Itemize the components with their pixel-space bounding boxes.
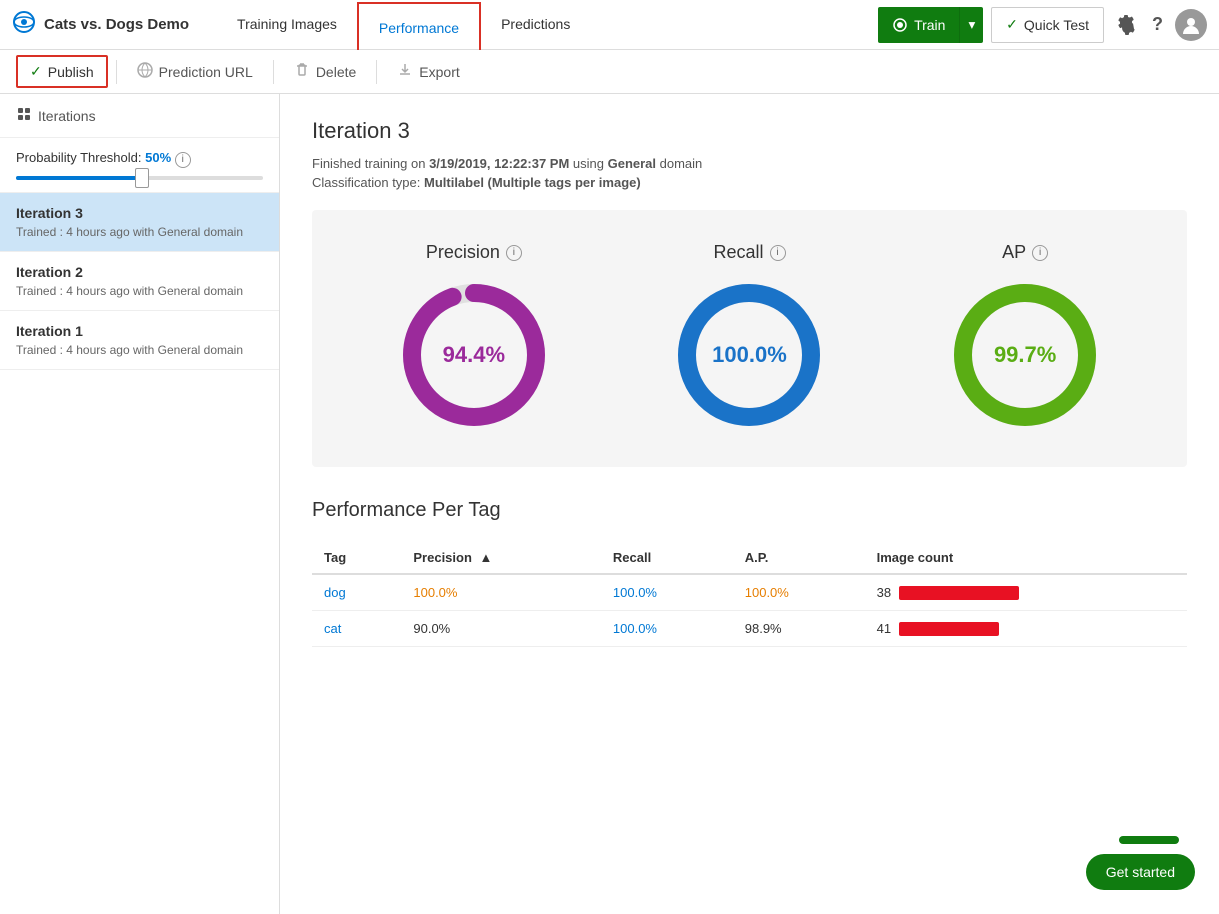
- ap-info-icon[interactable]: i: [1032, 245, 1048, 261]
- dog-bar: [899, 586, 1019, 600]
- tag-cat-link[interactable]: cat: [324, 621, 341, 636]
- dog-image-count: 38: [865, 574, 1187, 611]
- threshold-label: Probability Threshold: 50% i: [16, 150, 263, 168]
- tab-performance[interactable]: Performance: [357, 2, 481, 50]
- publish-check-icon: ✓: [30, 63, 42, 80]
- toolbar: ✓ Publish Prediction URL Delete Export: [0, 50, 1219, 94]
- train-button-group: Train ▾: [878, 7, 983, 43]
- get-started-indicator: [1119, 836, 1179, 844]
- precision-title: Precision i: [426, 242, 522, 263]
- col-ap[interactable]: A.P.: [733, 542, 865, 574]
- recall-metric: Recall i 100.0%: [669, 242, 829, 435]
- col-tag[interactable]: Tag: [312, 542, 401, 574]
- threshold-section: Probability Threshold: 50% i: [0, 138, 279, 193]
- app-title: Cats vs. Dogs Demo: [44, 16, 189, 33]
- precision-metric: Precision i 94.4%: [394, 242, 554, 435]
- settings-button[interactable]: [1112, 11, 1140, 39]
- export-icon: [397, 62, 413, 81]
- slider-fill: [16, 176, 140, 180]
- publish-button[interactable]: ✓ Publish: [16, 55, 108, 88]
- tab-predictions[interactable]: Predictions: [481, 0, 590, 50]
- delete-button[interactable]: Delete: [282, 56, 368, 87]
- recall-value: 100.0%: [712, 342, 787, 368]
- logo-icon: [12, 10, 36, 40]
- cat-bar: [899, 622, 999, 636]
- iteration-2-title: Iteration 2: [16, 264, 263, 280]
- get-started-button[interactable]: Get started: [1086, 854, 1195, 890]
- dog-ap: 100.0%: [733, 574, 865, 611]
- slider-thumb[interactable]: [135, 168, 149, 188]
- tag-dog-link[interactable]: dog: [324, 585, 346, 600]
- iteration-meta-1: Finished training on 3/19/2019, 12:22:37…: [312, 156, 1187, 171]
- dog-bar-cell: 38: [877, 585, 1175, 600]
- cat-bar-cell: 41: [877, 621, 1175, 636]
- recall-donut: 100.0%: [669, 275, 829, 435]
- toolbar-divider-3: [376, 60, 377, 84]
- perf-table: Tag Precision ▲ Recall A.P. Image count …: [312, 542, 1187, 647]
- ap-metric: AP i 99.7%: [945, 242, 1105, 435]
- recall-info-icon[interactable]: i: [770, 245, 786, 261]
- slider-track: [16, 176, 263, 180]
- train-dropdown-button[interactable]: ▾: [959, 7, 983, 43]
- metrics-section: Precision i 94.4% Recall i: [312, 210, 1187, 467]
- table-row-cat: cat 90.0% 100.0% 98.9% 41: [312, 611, 1187, 647]
- help-button[interactable]: ?: [1148, 10, 1167, 39]
- threshold-value: 50%: [145, 150, 171, 165]
- ap-donut: 99.7%: [945, 275, 1105, 435]
- col-image-count[interactable]: Image count: [865, 542, 1187, 574]
- toolbar-divider-2: [273, 60, 274, 84]
- quick-test-button[interactable]: ✓ Quick Test: [991, 7, 1104, 43]
- dog-precision: 100.0%: [401, 574, 601, 611]
- cat-precision: 90.0%: [401, 611, 601, 647]
- sidebar-header: Iterations: [0, 94, 279, 138]
- iteration-meta-2: Classification type: Multilabel (Multipl…: [312, 175, 1187, 190]
- iteration-1-subtitle: Trained : 4 hours ago with General domai…: [16, 343, 263, 357]
- cat-ap: 98.9%: [733, 611, 865, 647]
- nav-tabs: Training Images Performance Predictions: [217, 0, 870, 50]
- table-row-dog: dog 100.0% 100.0% 100.0% 38: [312, 574, 1187, 611]
- iteration-2-subtitle: Trained : 4 hours ago with General domai…: [16, 284, 263, 298]
- main-content: Iteration 3 Finished training on 3/19/20…: [280, 94, 1219, 914]
- perf-per-tag-section: Performance Per Tag Tag Precision ▲ Reca…: [312, 499, 1187, 647]
- globe-icon: [137, 62, 153, 81]
- cat-image-count: 41: [865, 611, 1187, 647]
- col-precision[interactable]: Precision ▲: [401, 542, 601, 574]
- precision-info-icon[interactable]: i: [506, 245, 522, 261]
- precision-donut: 94.4%: [394, 275, 554, 435]
- export-button[interactable]: Export: [385, 56, 471, 87]
- tab-training-images[interactable]: Training Images: [217, 0, 357, 50]
- iteration-3-title: Iteration 3: [16, 205, 263, 221]
- dog-recall: 100.0%: [601, 574, 733, 611]
- prediction-url-button[interactable]: Prediction URL: [125, 56, 265, 87]
- train-button[interactable]: Train: [878, 7, 959, 43]
- recall-title: Recall i: [713, 242, 785, 263]
- iteration-item-2[interactable]: Iteration 2 Trained : 4 hours ago with G…: [0, 252, 279, 311]
- cat-recall: 100.0%: [601, 611, 733, 647]
- trash-icon: [294, 62, 310, 81]
- precision-value: 94.4%: [443, 342, 505, 368]
- ap-title: AP i: [1002, 242, 1048, 263]
- iteration-item-3[interactable]: Iteration 3 Trained : 4 hours ago with G…: [0, 193, 279, 252]
- iteration-heading: Iteration 3: [312, 118, 1187, 144]
- threshold-info-icon[interactable]: i: [175, 152, 191, 168]
- user-avatar[interactable]: [1175, 9, 1207, 41]
- sort-icon: ▲: [480, 550, 493, 565]
- iteration-item-1[interactable]: Iteration 1 Trained : 4 hours ago with G…: [0, 311, 279, 370]
- iteration-1-title: Iteration 1: [16, 323, 263, 339]
- header-actions: Train ▾ ✓ Quick Test ?: [878, 7, 1207, 43]
- header: Cats vs. Dogs Demo Training Images Perfo…: [0, 0, 1219, 50]
- perf-per-tag-title: Performance Per Tag: [312, 499, 1187, 522]
- iterations-icon: [16, 106, 32, 125]
- app-logo: Cats vs. Dogs Demo: [12, 10, 189, 40]
- sidebar: Iterations Probability Threshold: 50% i …: [0, 94, 280, 914]
- col-recall[interactable]: Recall: [601, 542, 733, 574]
- main-layout: Iterations Probability Threshold: 50% i …: [0, 94, 1219, 914]
- iteration-3-subtitle: Trained : 4 hours ago with General domai…: [16, 225, 263, 239]
- ap-value: 99.7%: [994, 342, 1056, 368]
- toolbar-divider-1: [116, 60, 117, 84]
